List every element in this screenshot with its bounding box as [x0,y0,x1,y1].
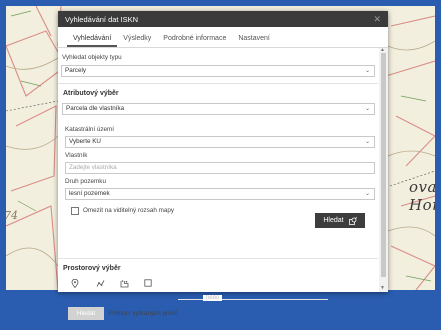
polygon-tool-icon[interactable] [119,278,129,288]
dialog-body: Vyhledat objekty typu Parcely ⌄ Atributo… [58,48,378,320]
dialog-titlebar[interactable]: Vyhledávání dat ISKN ✕ [58,11,388,27]
limit-extent-label: Omezit na viditelný rozsah mapy [83,207,174,214]
search-map-icon [348,216,357,225]
chevron-down-icon: ⌄ [364,106,370,112]
close-icon[interactable]: ✕ [373,14,381,25]
limit-extent-checkbox[interactable] [71,207,79,215]
point-tool-icon[interactable] [70,278,80,288]
map-elevation-label: 74 [6,209,18,222]
tab-search[interactable]: Vyhledávání [67,35,118,47]
spatial-section: Prostorový výběr nebo Hledat Pomocí vybr… [58,258,378,330]
land-type-label: Druh pozemku [65,178,106,185]
iskn-search-dialog: Vyhledávání dat ISKN ✕ Vyhledávání Výsle… [58,11,388,320]
chevron-down-icon: ⌄ [364,139,370,145]
spatial-section-title: Prostorový výběr [63,265,121,272]
tab-bar: Vyhledávání Výsledky Podrobné informace … [58,27,388,48]
land-type-select[interactable]: lesní pozemek ⌄ [65,188,375,200]
object-type-select[interactable]: Parcely ⌄ [61,65,375,77]
attribute-section-title: Atributový výběr [63,90,119,97]
scroll-down-icon[interactable]: ▼ [380,285,385,291]
tab-results[interactable]: Výsledky [117,35,157,47]
rectangle-tool-icon[interactable] [143,278,153,288]
chevron-down-icon: ⌄ [364,68,370,74]
attribute-mode-value: Parcela dle vlastníka [66,105,125,112]
chevron-down-icon: ⌄ [364,191,370,197]
spatial-search-label: Hledat [76,310,96,317]
attribute-section: Atributový výběr Parcela dle vlastníka ⌄… [58,83,378,279]
tab-settings[interactable]: Nastavení [232,35,276,47]
ku-value: Vyberte KU [69,138,101,145]
land-type-value: lesní pozemek [69,190,110,197]
object-type-label: Vyhledat objekty typu [62,54,122,61]
polyline-tool-icon[interactable] [95,278,105,288]
dialog-title: Vyhledávání dat ISKN [65,14,139,24]
attribute-mode-select[interactable]: Parcela dle vlastníka ⌄ [62,103,375,115]
ku-select[interactable]: Vyberte KU ⌄ [65,136,375,148]
map-place-label: ova Hora [409,178,435,214]
attribute-search-label: Hledat [323,217,344,224]
owner-placeholder: Zadejte vlastníka [69,164,117,171]
tab-details[interactable]: Podrobné informace [157,35,232,47]
scrollbar-thumb[interactable] [381,53,386,277]
dialog-scrollbar[interactable]: ▲ ▼ [379,47,388,292]
object-type-value: Parcely [65,67,86,74]
attribute-search-button[interactable]: Hledat [315,213,365,228]
ku-label: Katastrální území [65,126,114,133]
spatial-search-button[interactable]: Hledat [68,307,104,320]
or-divider [178,299,328,300]
selected-features-label: Pomocí vybraných prvků [109,310,178,317]
owner-input[interactable]: Zadejte vlastníka [65,162,375,174]
owner-label: Vlastník [65,152,88,159]
